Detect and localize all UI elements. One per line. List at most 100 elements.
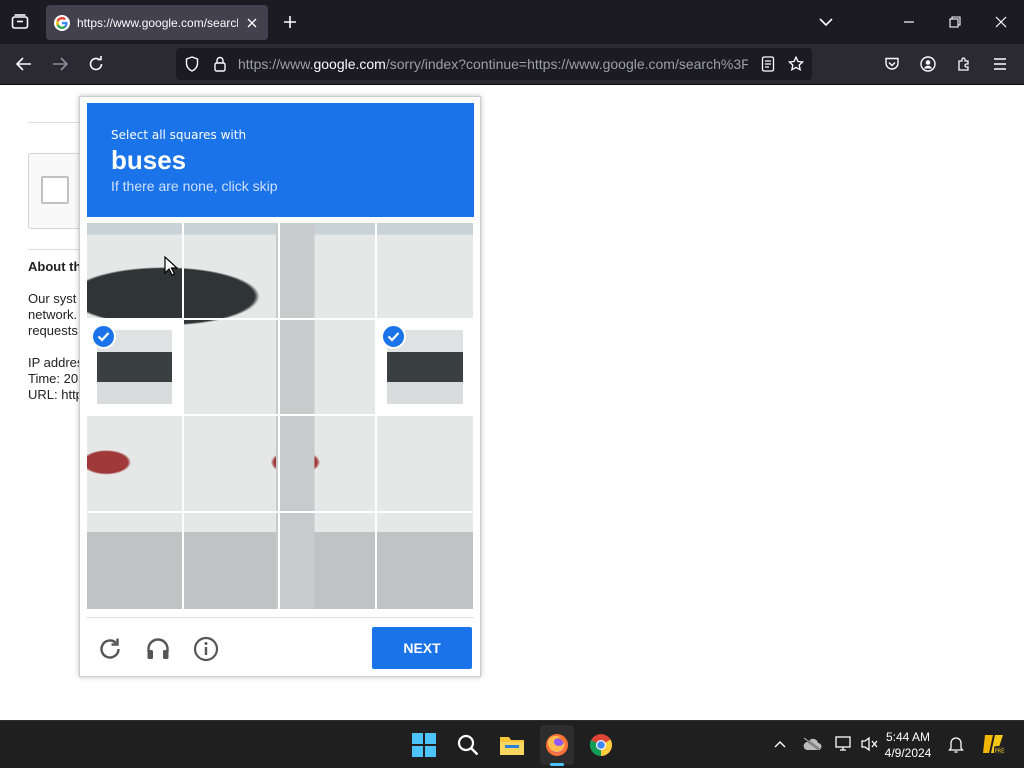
about-line-spacer	[28, 339, 83, 355]
extensions-icon	[958, 57, 969, 71]
chrome-taskbar-button[interactable]	[585, 729, 617, 761]
recaptcha-challenge-dialog: Select all squares with buses If there a…	[79, 96, 481, 677]
search-button[interactable]	[452, 729, 484, 761]
image-tile[interactable]	[87, 513, 182, 609]
headphones-icon	[147, 638, 169, 659]
checkmark-icon	[381, 324, 406, 349]
system-clock[interactable]: 5:44 AM 4/9/2024	[880, 729, 936, 761]
help-button[interactable]	[191, 634, 221, 664]
image-tile[interactable]	[280, 223, 375, 318]
search-icon	[457, 734, 479, 756]
clock-date: 4/9/2024	[884, 746, 932, 760]
image-tile[interactable]	[87, 416, 182, 511]
firefox-icon	[546, 734, 568, 756]
next-button[interactable]: NEXT	[372, 627, 472, 669]
volume-tray-button[interactable]	[859, 733, 881, 755]
star-icon	[788, 56, 804, 71]
pocket-icon	[885, 57, 899, 70]
site-security-button[interactable]	[210, 54, 230, 74]
bookmark-button[interactable]	[786, 54, 806, 74]
about-heading: About th	[28, 259, 82, 274]
pocket-button[interactable]	[878, 50, 906, 78]
url-text[interactable]: https://www.google.com/sorry/index?conti…	[238, 56, 748, 72]
minimize-button[interactable]	[894, 7, 924, 37]
chrome-icon	[589, 734, 612, 756]
shield-icon	[185, 56, 199, 72]
plus-icon	[284, 16, 296, 28]
start-button[interactable]	[408, 729, 440, 761]
url-prefix: https://www.	[238, 56, 314, 72]
target-object-text: buses	[111, 145, 187, 175]
close-icon	[995, 16, 1007, 28]
image-tile[interactable]	[184, 320, 278, 414]
image-tile[interactable]	[184, 223, 278, 318]
reader-view-button[interactable]	[758, 54, 778, 74]
recaptcha-checkbox[interactable]	[41, 176, 69, 204]
reload-challenge-button[interactable]	[95, 634, 125, 664]
tab-close-button[interactable]	[244, 15, 260, 31]
list-all-tabs-button[interactable]	[811, 7, 841, 37]
image-tile[interactable]	[280, 513, 375, 609]
back-button[interactable]	[10, 50, 38, 78]
reload-icon	[100, 638, 120, 659]
close-window-button[interactable]	[986, 7, 1016, 37]
tab-bar: https://www.google.com/search	[0, 0, 1024, 44]
image-tile[interactable]	[184, 513, 278, 609]
cloud-offline-icon	[803, 737, 822, 751]
image-tile[interactable]	[377, 513, 473, 609]
image-tile[interactable]	[184, 416, 278, 511]
bell-icon	[948, 737, 964, 753]
forward-button[interactable]	[46, 50, 74, 78]
image-tile-grid	[87, 223, 474, 610]
info-icon	[193, 636, 219, 662]
audio-challenge-button[interactable]	[143, 634, 173, 664]
instruction-text: Select all squares with	[111, 128, 247, 142]
image-tile[interactable]	[377, 416, 473, 511]
notifications-button[interactable]	[945, 733, 967, 755]
tab-list-button[interactable]	[6, 8, 34, 36]
network-icon	[835, 736, 851, 751]
onedrive-tray-button[interactable]	[801, 733, 823, 755]
active-app-indicator	[550, 763, 564, 766]
chevron-up-icon	[774, 741, 786, 748]
show-hidden-icons-button[interactable]	[769, 733, 791, 755]
new-tab-button[interactable]	[276, 8, 304, 36]
about-line: requests	[28, 323, 78, 338]
google-favicon-icon	[54, 14, 70, 31]
image-tile[interactable]	[377, 223, 473, 318]
tracking-protection-button[interactable]	[182, 54, 202, 74]
image-tile[interactable]	[87, 320, 182, 414]
checkmark-icon	[91, 324, 116, 349]
reader-view-icon	[761, 56, 775, 72]
about-line: network.	[28, 307, 78, 322]
url-host: google.com	[313, 56, 386, 72]
file-explorer-button[interactable]	[496, 729, 528, 761]
reload-button[interactable]	[82, 50, 110, 78]
restore-button[interactable]	[940, 7, 970, 37]
about-line: IP addres	[28, 355, 84, 370]
account-button[interactable]	[914, 50, 942, 78]
minimize-icon	[904, 21, 914, 23]
app-menu-button[interactable]	[986, 50, 1014, 78]
about-text: Our syst network. requests IP addres Tim…	[28, 291, 83, 403]
lock-icon	[214, 56, 226, 72]
image-tile[interactable]	[377, 320, 473, 414]
folder-icon	[500, 737, 524, 755]
active-tab[interactable]: https://www.google.com/search	[46, 5, 268, 40]
divider	[87, 617, 474, 618]
firefox-taskbar-button[interactable]	[541, 729, 573, 761]
copilot-button[interactable]: PRE	[980, 733, 1006, 755]
address-bar[interactable]: https://www.google.com/sorry/index?conti…	[176, 48, 812, 80]
tab-list-icon	[11, 14, 29, 29]
restore-icon	[949, 16, 961, 28]
image-tile[interactable]	[280, 416, 375, 511]
network-tray-button[interactable]	[833, 733, 855, 755]
windows-logo-icon	[412, 733, 436, 757]
speaker-muted-icon	[861, 736, 878, 752]
forward-arrow-icon	[53, 57, 68, 71]
account-icon	[920, 56, 936, 72]
copilot-icon: PRE	[983, 735, 1005, 755]
image-tile[interactable]	[280, 320, 375, 414]
extensions-button[interactable]	[950, 50, 978, 78]
challenge-instructions: Select all squares with buses If there a…	[87, 103, 474, 217]
